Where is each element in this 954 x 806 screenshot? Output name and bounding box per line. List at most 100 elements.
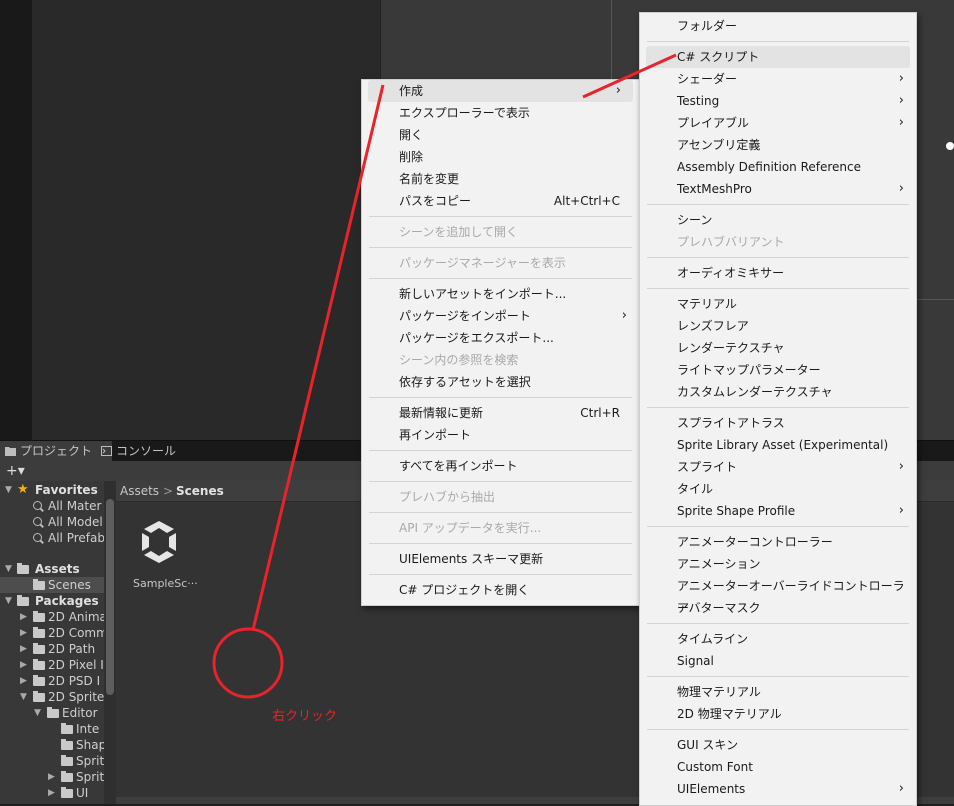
menu-separator [369, 450, 632, 451]
package-item[interactable]: ▶ 2D Anima [0, 609, 104, 625]
package-item[interactable]: ▶ 2D Comm [0, 625, 104, 641]
favorite-item[interactable]: All Prefab [0, 530, 104, 546]
menu-item-label: カスタムレンダーテクスチャ [677, 385, 833, 399]
package-item[interactable]: ▶ 2D Pixel I [0, 657, 104, 673]
breadcrumb-current[interactable]: Scenes [176, 481, 224, 501]
breadcrumb-root[interactable]: Assets [120, 481, 159, 501]
menu-item[interactable]: 削除 [362, 146, 639, 168]
menu-item[interactable]: C# スクリプト [646, 46, 910, 68]
menu-item[interactable]: アバターマスク [640, 597, 916, 619]
menu-item[interactable]: アニメーション [640, 553, 916, 575]
folder-item[interactable]: ▶ Sprit [0, 769, 104, 785]
menu-item[interactable]: パスをコピー Alt+Ctrl+C [362, 190, 639, 212]
menu-item[interactable]: マテリアル [640, 293, 916, 315]
menu-item[interactable]: TextMeshPro › [640, 178, 916, 200]
menu-item-label: 物理マテリアル [677, 685, 761, 699]
tab-label: プロジェクト [20, 444, 93, 458]
menu-item[interactable]: UIElements スキーマ更新 [362, 548, 639, 570]
menu-item[interactable]: スプライト › [640, 456, 916, 478]
menu-item[interactable]: アニメーターオーバーライドコントローラー [640, 575, 916, 615]
menu-item[interactable]: 新しいアセットをインポート... [362, 283, 639, 305]
menu-item[interactable]: パッケージをインポート › [362, 305, 639, 327]
menu-item[interactable]: タイル [640, 478, 916, 500]
folder-item[interactable]: Sprit [0, 753, 104, 769]
menu-item-label: オーディオミキサー [677, 266, 785, 280]
tab-console[interactable]: コンソール [96, 441, 196, 462]
menu-item-label: 作成 [399, 84, 424, 98]
menu-item[interactable]: 再インポート [362, 424, 639, 446]
folder-item[interactable]: Inte [0, 721, 104, 737]
expand-arrow-icon[interactable]: ▼ [5, 482, 12, 498]
tree-scroll-thumb[interactable] [106, 499, 114, 695]
menu-item[interactable]: アセンブリ定義 [640, 134, 916, 156]
menu-item[interactable]: Assembly Definition Reference [640, 156, 916, 178]
assets-folder[interactable]: ▼ Assets [0, 561, 104, 577]
favorite-item[interactable]: All Model [0, 514, 104, 530]
menu-item[interactable]: シェーダー › [640, 68, 916, 90]
menu-item[interactable]: 開く [362, 124, 639, 146]
menu-item-label: 最新情報に更新 [399, 406, 484, 420]
packages-folder[interactable]: ▼ Packages [0, 593, 104, 609]
package-item[interactable]: ▶ 2D Path [0, 641, 104, 657]
menu-item[interactable]: 最新情報に更新 Ctrl+R [362, 402, 639, 424]
favorite-item[interactable]: All Mater [0, 498, 104, 514]
folder-item[interactable]: ▶ UI [0, 785, 104, 801]
asset-label[interactable]: SampleSc··· [133, 577, 198, 590]
folder-item[interactable]: ▼ Editor [0, 705, 104, 721]
expand-arrow-icon[interactable]: ▶ [20, 673, 27, 689]
menu-item[interactable]: ライトマップパラメーター [640, 359, 916, 381]
expand-arrow-icon[interactable]: ▶ [20, 625, 27, 641]
menu-item[interactable]: シーン [640, 209, 916, 231]
menu-item[interactable]: すべてを再インポート [362, 455, 639, 477]
menu-item[interactable]: Signal [640, 650, 916, 672]
menu-item[interactable]: C# プロジェクトを開く [362, 579, 639, 601]
menu-item[interactable]: プレイアブル › [640, 112, 916, 134]
menu-separator [369, 574, 632, 575]
package-item[interactable]: ▼ 2D Sprite [0, 689, 104, 705]
menu-item[interactable]: フォルダー [640, 15, 916, 37]
menu-item[interactable]: アニメーターコントローラー [640, 531, 916, 553]
expand-arrow-icon[interactable]: ▶ [20, 609, 27, 625]
menu-item[interactable]: カスタムレンダーテクスチャ [640, 381, 916, 403]
menu-item[interactable]: Custom Font [640, 756, 916, 778]
menu-item-label: レンズフレア [677, 319, 749, 333]
menu-item[interactable]: 名前を変更 [362, 168, 639, 190]
menu-item[interactable]: 依存するアセットを選択 [362, 371, 639, 393]
menu-item[interactable]: Sprite Library Asset (Experimental) [640, 434, 916, 456]
assets-label: Assets [35, 562, 80, 576]
menu-item[interactable]: Testing › [640, 90, 916, 112]
menu-item[interactable]: レンズフレア [640, 315, 916, 337]
menu-separator [647, 729, 909, 730]
expand-arrow-icon[interactable]: ▼ [5, 593, 12, 609]
expand-arrow-icon[interactable]: ▶ [48, 785, 55, 801]
expand-arrow-icon[interactable]: ▶ [48, 769, 55, 785]
menu-item[interactable]: オーディオミキサー [640, 262, 916, 284]
menu-item-label: Testing [677, 94, 720, 108]
folder-item[interactable]: Shap [0, 737, 104, 753]
package-item[interactable]: ▶ 2D PSD I [0, 673, 104, 689]
menu-item[interactable]: タイムライン [640, 628, 916, 650]
menu-item-label: パスをコピー [399, 194, 472, 208]
menu-item-label: パッケージをエクスポート... [399, 331, 554, 345]
favorites-header[interactable]: ▼ ★ Favorites [0, 482, 104, 498]
expand-arrow-icon[interactable]: ▶ [20, 657, 27, 673]
expand-arrow-icon[interactable]: ▼ [5, 561, 12, 577]
menu-item[interactable]: レンダーテクスチャ [640, 337, 916, 359]
menu-item[interactable]: GUI スキン [640, 734, 916, 756]
expand-arrow-icon[interactable]: ▼ [34, 705, 41, 721]
menu-item-label: エクスプローラーで表示 [399, 106, 530, 120]
menu-item[interactable]: 作成 › [368, 80, 633, 102]
menu-item[interactable]: 2D 物理マテリアル [640, 703, 916, 725]
expand-arrow-icon[interactable]: ▶ [20, 641, 27, 657]
folder-icon [33, 659, 45, 670]
expand-arrow-icon[interactable]: ▼ [20, 689, 27, 705]
menu-item[interactable]: Sprite Shape Profile › [640, 500, 916, 522]
menu-item[interactable]: 物理マテリアル [640, 681, 916, 703]
unity-scene-icon[interactable] [134, 517, 184, 567]
menu-item[interactable]: エクスプローラーで表示 [362, 102, 639, 124]
create-dropdown-button[interactable]: +▾ [6, 461, 25, 481]
menu-item[interactable]: UIElements › [640, 778, 916, 800]
menu-item[interactable]: パッケージをエクスポート... [362, 327, 639, 349]
scenes-folder[interactable]: Scenes [0, 577, 104, 593]
menu-item[interactable]: スプライトアトラス [640, 412, 916, 434]
